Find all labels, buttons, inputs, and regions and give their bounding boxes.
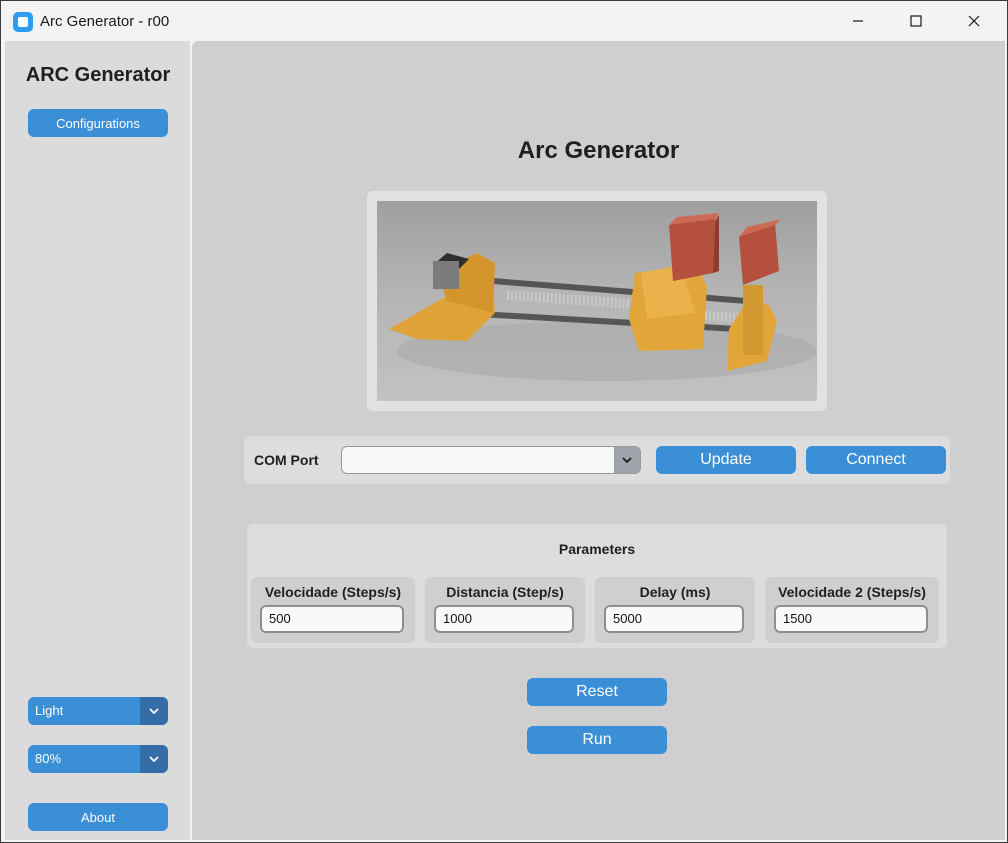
app-window: Arc Generator - r00 ARC Generator Config… <box>0 0 1008 843</box>
com-port-select[interactable] <box>341 446 641 474</box>
run-button[interactable]: Run <box>527 726 667 754</box>
velocidade-2-input[interactable]: 1500 <box>774 605 928 633</box>
title-bar: Arc Generator - r00 <box>1 1 1007 41</box>
scale-select[interactable]: 80% <box>28 745 168 773</box>
param-velocidade: Velocidade (Steps/s) 500 <box>251 577 415 643</box>
sidebar-title: ARC Generator <box>25 64 171 86</box>
parameters-title: Parameters <box>558 541 636 557</box>
update-button[interactable]: Update <box>656 446 796 474</box>
param-label: Distancia (Step/s) <box>446 584 564 600</box>
param-label: Velocidade 2 (Steps/s) <box>778 584 926 600</box>
configurations-button[interactable]: Configurations <box>28 109 168 137</box>
maximize-icon <box>910 15 922 27</box>
sidebar: ARC Generator Configurations Light 80% A… <box>5 41 190 840</box>
connect-button[interactable]: Connect <box>806 446 946 474</box>
chevron-down-icon[interactable] <box>140 745 168 773</box>
maximize-button[interactable] <box>887 1 945 41</box>
theme-select-value: Light <box>35 703 64 718</box>
com-port-panel: COM Port Update Connect <box>244 436 950 484</box>
distancia-input[interactable]: 1000 <box>434 605 574 633</box>
com-port-label: COM Port <box>254 452 319 468</box>
theme-select[interactable]: Light <box>28 697 168 725</box>
close-button[interactable] <box>945 1 1003 41</box>
param-label: Velocidade (Steps/s) <box>264 584 402 600</box>
param-velocidade-2: Velocidade 2 (Steps/s) 1500 <box>765 577 939 643</box>
window-title: Arc Generator - r00 <box>40 13 170 30</box>
app-icon <box>13 12 33 32</box>
close-icon <box>968 15 980 27</box>
about-button[interactable]: About <box>28 803 168 831</box>
reset-button[interactable]: Reset <box>527 678 667 706</box>
velocidade-input[interactable]: 500 <box>260 605 404 633</box>
param-label: Delay (ms) <box>639 584 711 600</box>
scale-select-value: 80% <box>35 751 62 766</box>
param-delay: Delay (ms) 5000 <box>595 577 755 643</box>
param-distancia: Distancia (Step/s) 1000 <box>425 577 585 643</box>
parameters-panel: Parameters Velocidade (Steps/s) 500 Dist… <box>247 524 947 648</box>
minimize-icon <box>853 20 863 22</box>
actuator-image <box>377 201 817 401</box>
delay-input[interactable]: 5000 <box>604 605 744 633</box>
chevron-down-icon[interactable] <box>140 697 168 725</box>
3d-render-linear-actuator-icon <box>389 213 817 381</box>
minimize-button[interactable] <box>829 1 887 41</box>
image-frame <box>367 191 827 411</box>
chevron-down-icon[interactable] <box>614 447 640 473</box>
main-panel: Arc Generator COM Port Update Connect Pa… <box>192 41 1005 840</box>
page-title: Arc Generator <box>517 137 680 164</box>
